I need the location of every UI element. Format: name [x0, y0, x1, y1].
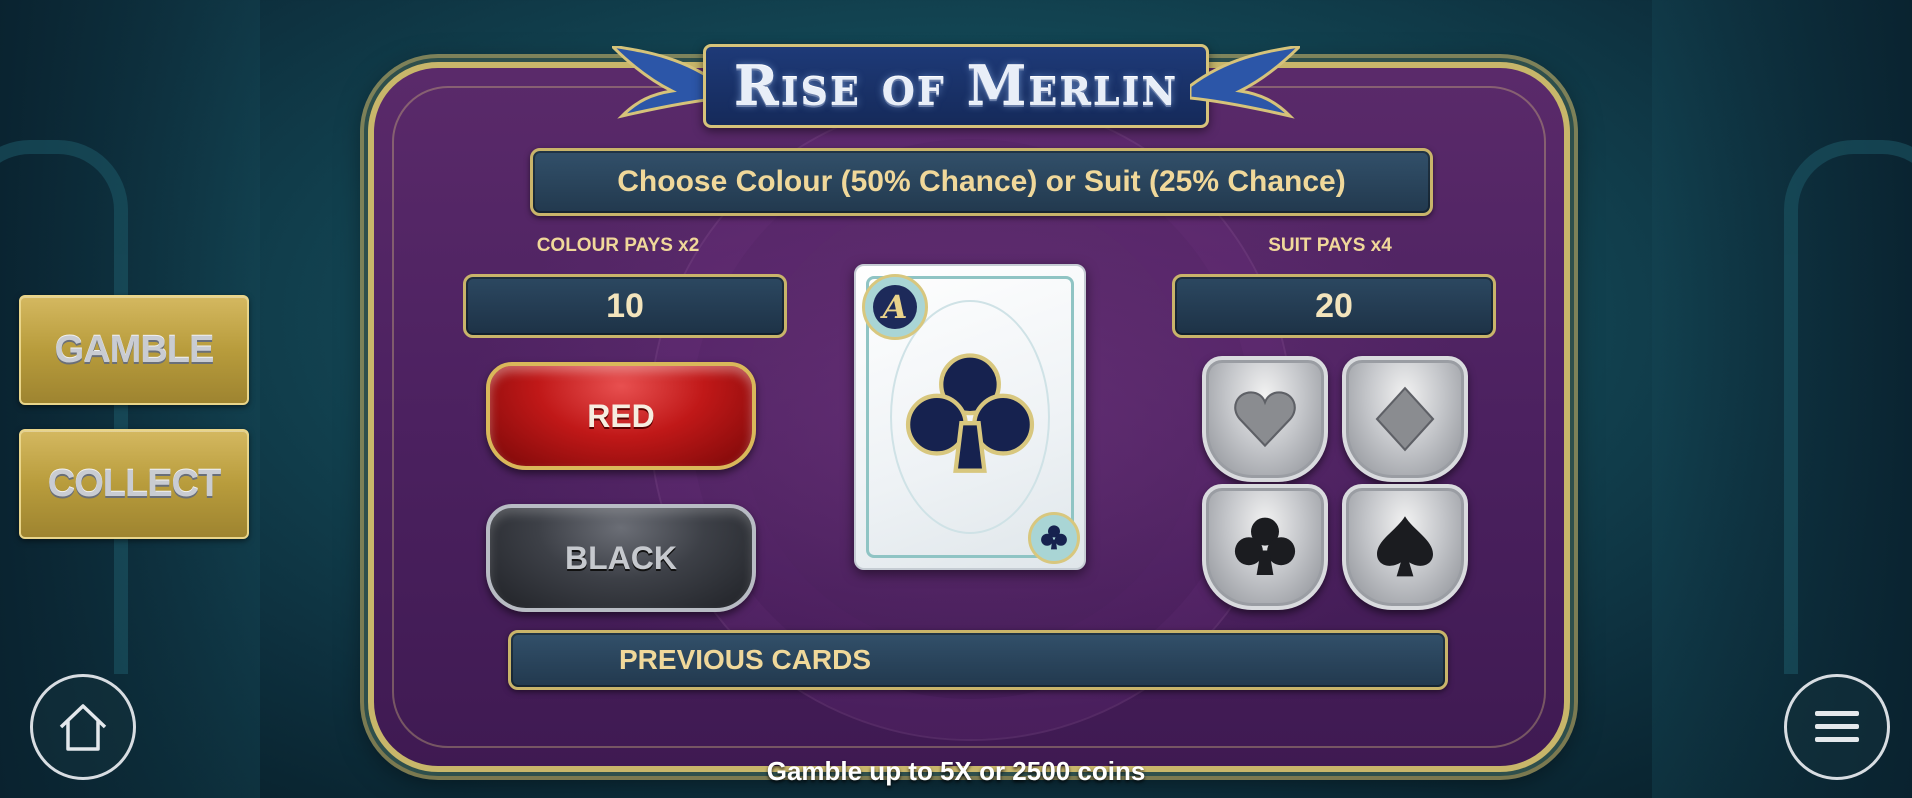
hearts-button[interactable] [1202, 356, 1328, 482]
spades-button[interactable] [1342, 484, 1468, 610]
logo-plate: Rise of Merlin [702, 44, 1210, 128]
background-arch-right [1784, 140, 1912, 674]
black-button[interactable]: BLACK [486, 504, 756, 612]
heart-icon [1234, 391, 1296, 448]
card-rank-badge: A [862, 274, 928, 340]
diamond-icon [1375, 386, 1435, 452]
red-button[interactable]: RED [486, 362, 756, 470]
gamble-button[interactable]: GAMBLE [19, 295, 249, 405]
gamble-limit-text: Gamble up to 5X or 2500 coins [766, 756, 1146, 786]
home-icon [59, 704, 107, 751]
club-icon [1234, 517, 1296, 575]
game-logo: Rise of Merlin [612, 40, 1300, 132]
suit-pays-label: SUIT PAYS x4 [1268, 235, 1392, 256]
instruction-text: Choose Colour (50% Chance) or Suit (25% … [617, 165, 1346, 198]
suit-pays-value: 20 [1172, 274, 1496, 338]
colour-pays-label: COLOUR PAYS x2 [536, 235, 700, 256]
collect-button[interactable]: COLLECT [19, 429, 249, 539]
clubs-button[interactable] [1202, 484, 1328, 610]
diamonds-button[interactable] [1342, 356, 1468, 482]
logo-text: Rise of Merlin [733, 54, 1179, 118]
club-icon [905, 353, 1035, 473]
club-small-icon [1041, 525, 1067, 550]
previous-cards-bar: PREVIOUS CARDS [508, 630, 1448, 690]
background-arch-left [0, 140, 128, 674]
colour-pays-value: 10 [463, 274, 787, 338]
card-rank: A [873, 285, 917, 329]
previous-cards-label: PREVIOUS CARDS [619, 644, 872, 675]
logo-wing-right-icon [1190, 46, 1300, 119]
instruction-banner: Choose Colour (50% Chance) or Suit (25% … [530, 148, 1433, 216]
card-suit-badge [1028, 512, 1080, 564]
spade-icon [1377, 516, 1433, 577]
playing-card: A [854, 264, 1086, 570]
menu-icon [1815, 711, 1859, 742]
